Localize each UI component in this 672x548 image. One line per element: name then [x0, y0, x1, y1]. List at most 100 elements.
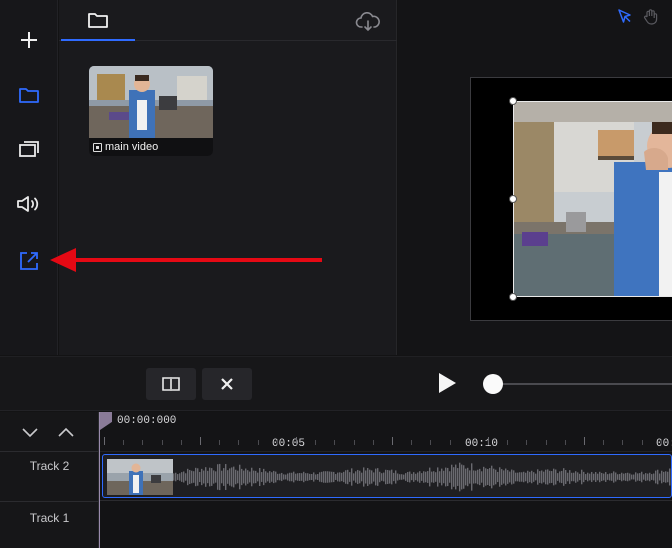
waveform-bar: [589, 473, 591, 481]
tab-media-folder[interactable]: [61, 0, 135, 41]
track-header-column: Track 2 Track 1: [0, 412, 99, 548]
playback-scrubber-knob[interactable]: [483, 374, 503, 394]
waveform-bar: [377, 468, 379, 486]
waveform-bar: [329, 471, 331, 483]
waveform-bar: [561, 470, 563, 484]
hand-pan-icon[interactable]: [642, 8, 660, 26]
waveform-bar: [653, 473, 655, 481]
waveform-bar: [215, 471, 217, 483]
waveform-bar: [317, 474, 319, 480]
waveform-bar: [325, 471, 327, 483]
waveform-bar: [643, 474, 645, 480]
add-button[interactable]: [14, 25, 44, 55]
waveform-bar: [197, 468, 199, 486]
waveform-bar: [387, 470, 389, 484]
waveform-bar: [537, 469, 539, 485]
waveform-bar: [231, 467, 233, 487]
preview-canvas[interactable]: [470, 77, 672, 321]
waveform-bar: [301, 473, 303, 481]
waveform-bar: [511, 469, 513, 485]
waveform-bar: [597, 473, 599, 481]
waveform-bar: [659, 473, 661, 481]
collapse-tracks-button[interactable]: [56, 422, 76, 442]
waveform-bar: [555, 469, 557, 485]
waveform-bar: [621, 472, 623, 482]
waveform-bar: [525, 472, 527, 482]
waveform-bar: [655, 470, 657, 484]
ruler-tick: [526, 440, 528, 445]
waveform-bar: [259, 468, 261, 486]
cloud-import-button[interactable]: [353, 9, 383, 35]
waveform-bar: [353, 473, 355, 481]
media-item[interactable]: main video: [89, 66, 213, 156]
chevron-down-icon: [22, 428, 38, 438]
timeline-ruler[interactable]: 00:00:000 00:05 00:10 00:15: [100, 412, 672, 452]
waveform-bar: [243, 470, 245, 484]
waveform-bar: [565, 470, 567, 484]
media-tabs: [59, 0, 397, 41]
audio-button[interactable]: [14, 189, 44, 219]
waveform-bar: [383, 472, 385, 482]
waveform-bar: [531, 470, 533, 484]
waveform-bar: [471, 463, 473, 491]
ruler-label: 00:15: [656, 438, 672, 450]
waveform-bar: [609, 473, 611, 481]
ruler-tick: [622, 440, 624, 445]
waveform-bar: [393, 472, 395, 482]
waveform-bar: [557, 473, 559, 481]
waveform-bar: [481, 471, 483, 483]
waveform-bar: [445, 467, 447, 487]
play-icon[interactable]: [436, 371, 458, 395]
layers-button[interactable]: [14, 134, 44, 164]
waveform-bar: [271, 472, 273, 482]
waveform-bar: [627, 472, 629, 482]
waveform-bar: [535, 473, 537, 481]
waveform-bar: [661, 470, 663, 484]
waveform-bar: [273, 470, 275, 484]
waveform-bar: [249, 471, 251, 483]
waveform-bar: [551, 471, 553, 483]
waveform-bar: [225, 464, 227, 490]
ruler-tick: [468, 440, 470, 445]
waveform-bar: [613, 471, 615, 483]
waveform-bar: [183, 471, 185, 483]
waveform-bar: [251, 467, 253, 487]
waveform-bar: [219, 463, 221, 491]
waveform-bar: [335, 474, 337, 480]
expand-tracks-button[interactable]: [20, 422, 40, 442]
ruler-tick: [315, 440, 317, 445]
waveform-bar: [381, 473, 383, 481]
waveform-bar: [567, 472, 569, 482]
waveform-bar: [319, 472, 321, 482]
waveform-bar: [577, 472, 579, 482]
waveform-bar: [397, 473, 399, 481]
resize-handle-top-left[interactable]: [509, 97, 517, 105]
delete-button[interactable]: [202, 368, 252, 400]
waveform-bar: [623, 473, 625, 481]
media-library-button[interactable]: [14, 80, 44, 110]
video-layer[interactable]: [513, 101, 672, 297]
export-button[interactable]: [14, 246, 44, 276]
waveform-bar: [583, 471, 585, 483]
waveform-bar: [477, 469, 479, 485]
cursor-select-icon[interactable]: [616, 8, 634, 26]
waveform-bar: [451, 464, 453, 490]
waveform-bar: [463, 465, 465, 489]
playback-scrubber-track[interactable]: [492, 383, 672, 385]
waveform-bar: [261, 472, 263, 482]
waveform-bar: [619, 473, 621, 481]
waveform-bar: [237, 470, 239, 484]
timeline-clip[interactable]: [102, 454, 672, 498]
waveform-bar: [347, 469, 349, 485]
cloud-download-icon: [355, 12, 380, 32]
waveform-bar: [379, 471, 381, 483]
waveform-bar: [339, 472, 341, 482]
split-button[interactable]: [146, 368, 196, 400]
waveform-bar: [207, 470, 209, 484]
waveform-bar: [209, 467, 211, 487]
resize-handle-left[interactable]: [509, 195, 517, 203]
waveform-bar: [263, 468, 265, 486]
waveform-bar: [605, 472, 607, 482]
playback-controls: [0, 356, 672, 411]
resize-handle-bottom-left[interactable]: [509, 293, 517, 301]
